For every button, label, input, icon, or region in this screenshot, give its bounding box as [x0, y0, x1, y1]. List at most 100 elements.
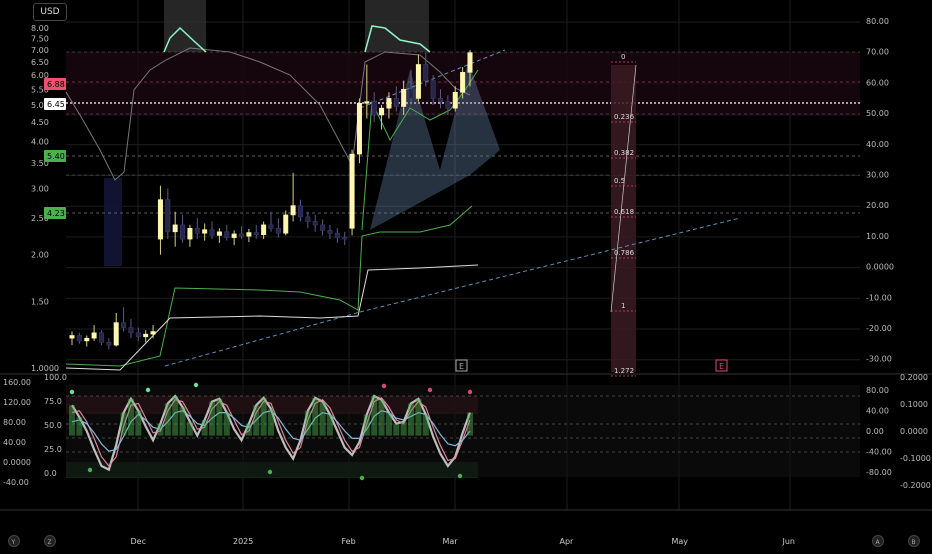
candle: [69, 335, 75, 339]
indicator-left-tick: 160.00: [3, 378, 31, 387]
candle: [143, 333, 149, 338]
right-axis-tick: 10.00: [866, 232, 889, 241]
shaded-zone: [104, 178, 122, 266]
candle: [113, 322, 119, 346]
candle: [216, 231, 222, 236]
right-axis-tick: 0.0000: [866, 263, 894, 272]
candle: [423, 64, 429, 81]
fib-level-label: 1.272: [614, 367, 634, 375]
candle: [246, 232, 252, 237]
price-axis-tick: 4.00: [31, 137, 49, 146]
right-axis-tick: 60.00: [866, 78, 889, 87]
indicator-far-right-tick: 0.2000: [900, 373, 928, 382]
fib-level-label: 0: [621, 53, 625, 61]
candle: [356, 102, 362, 155]
right-axis-tick: 50.00: [866, 109, 889, 118]
price-badge-label: 6.45: [47, 100, 65, 109]
bottom-button-label: B: [912, 539, 916, 546]
signal-dot: [145, 387, 151, 393]
momentum-bar: [319, 401, 326, 436]
momentum-bar: [253, 405, 260, 436]
candle: [283, 214, 289, 234]
candle: [312, 221, 318, 226]
candle: [150, 331, 156, 335]
candle: [393, 98, 399, 107]
time-axis-tick: Jun: [782, 537, 796, 546]
right-axis-tick: 70.00: [866, 48, 889, 57]
momentum-bar: [120, 412, 127, 436]
trendline: [164, 311, 361, 367]
momentum-bar: [186, 421, 193, 436]
momentum-bar: [385, 412, 392, 436]
signal-dot: [193, 382, 199, 388]
signal-dot: [359, 475, 365, 481]
momentum-bar: [172, 396, 179, 436]
signal-dot: [381, 383, 387, 389]
time-axis-tick: Mar: [443, 537, 459, 546]
indicator-far-right-tick: 0.0000: [900, 427, 928, 436]
right-axis-tick: 30.00: [866, 171, 889, 180]
momentum-bar: [371, 396, 378, 436]
momentum-bar: [415, 398, 422, 436]
candle: [467, 52, 473, 73]
fib-level-label: 0.5: [614, 177, 625, 185]
fib-level-label: 0.236: [614, 113, 635, 121]
right-axis-tick: -20.00: [866, 324, 892, 333]
candle: [349, 153, 355, 229]
candle: [165, 199, 171, 233]
earnings-marker-label: E: [459, 362, 464, 371]
candle: [121, 322, 127, 328]
vwap-line: [65, 264, 479, 371]
candle: [297, 205, 303, 218]
candle: [327, 230, 333, 234]
candle: [430, 80, 436, 99]
indicator-right-tick: -40.00: [866, 448, 892, 457]
signal-dot: [267, 469, 273, 475]
candle: [224, 231, 230, 238]
momentum-bar: [326, 414, 333, 436]
price-badge-label: 4.23: [47, 209, 65, 218]
candle: [172, 224, 178, 233]
fib-level-label: 1: [621, 302, 625, 310]
momentum-bar: [223, 412, 230, 436]
momentum-bar: [378, 399, 385, 436]
candle: [187, 227, 193, 240]
momentum-bar: [304, 410, 311, 436]
indicator-inner-tick: 25.0: [44, 445, 62, 454]
candle: [209, 229, 215, 236]
momentum-bar: [216, 398, 223, 436]
time-axis-tick: Apr: [560, 537, 575, 546]
momentum-bar: [179, 407, 186, 436]
time-axis-tick: Feb: [342, 537, 356, 546]
candle: [239, 233, 245, 237]
earnings-marker-label: E: [719, 362, 724, 371]
candle: [194, 227, 200, 234]
price-axis-tick: 7.50: [31, 35, 49, 44]
signal-dot: [467, 389, 473, 395]
right-axis-tick: -10.00: [866, 293, 892, 302]
momentum-bar: [135, 410, 142, 436]
signal-dot: [69, 389, 75, 395]
candle: [342, 237, 348, 240]
indicator-right-tick: -80.00: [866, 468, 892, 477]
right-axis-tick: 80.00: [866, 17, 889, 26]
price-chart[interactable]: 8.007.507.006.506.005.505.004.504.003.50…: [0, 0, 932, 550]
indicator-inner-tick: 100.0: [44, 373, 67, 382]
indicator-far-right-tick: -0.2000: [900, 481, 931, 490]
time-axis-tick: 2025: [233, 537, 253, 546]
channel-line: [65, 205, 473, 367]
momentum-bar: [76, 417, 83, 436]
candle: [305, 216, 311, 222]
candle: [290, 205, 296, 216]
candle: [379, 107, 385, 116]
candle: [106, 342, 112, 346]
momentum-bar: [127, 398, 134, 436]
candle: [128, 327, 134, 334]
candle: [386, 98, 392, 109]
momentum-bar: [260, 397, 267, 436]
price-axis-tick: 8.00: [31, 24, 49, 33]
candle: [415, 64, 421, 99]
currency-button[interactable]: USD: [33, 3, 67, 21]
candle: [157, 199, 163, 240]
indicator-right-tick: 40.00: [866, 407, 889, 416]
